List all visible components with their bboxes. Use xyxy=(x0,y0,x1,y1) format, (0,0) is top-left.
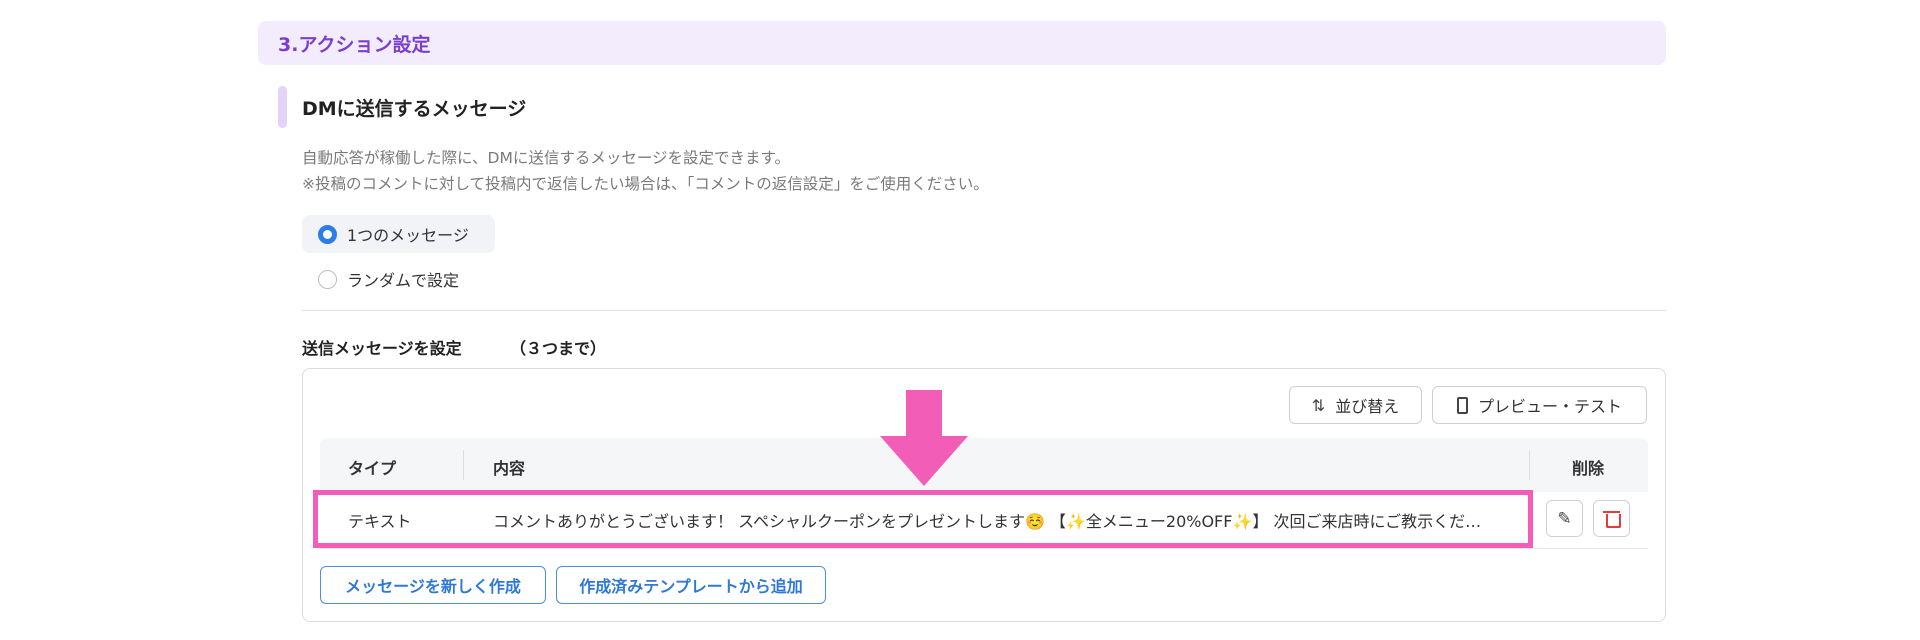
radio-single-message[interactable]: 1つのメッセージ xyxy=(302,215,495,253)
send-messages-limit: （３つまで） xyxy=(510,339,607,358)
column-separator xyxy=(463,450,464,480)
preview-test-button-label: プレビュー・テスト xyxy=(1477,397,1622,416)
smartphone-icon xyxy=(1456,396,1468,414)
column-header-type: タイプ xyxy=(348,459,397,478)
subsection-accent-bar xyxy=(278,86,287,128)
radio-random-message[interactable]: ランダムで設定 xyxy=(318,264,459,294)
down-arrow-icon xyxy=(880,390,968,486)
edit-button[interactable]: ✎ xyxy=(1546,500,1583,537)
delete-button[interactable] xyxy=(1593,500,1630,537)
sort-arrows-icon: ⇅ xyxy=(1311,395,1326,415)
send-messages-label: 送信メッセージを設定 xyxy=(302,339,462,358)
pencil-icon: ✎ xyxy=(1557,508,1572,529)
dm-description-line-2: ※投稿のコメントに対して投稿内で返信したい場合は、「コメントの返信設定」をご使用… xyxy=(302,175,989,193)
radio-checked-icon xyxy=(318,224,337,244)
create-new-message-button[interactable]: メッセージを新しく作成 xyxy=(320,566,546,604)
divider xyxy=(302,310,1666,311)
preview-test-button[interactable]: プレビュー・テスト xyxy=(1432,386,1647,424)
sort-button-label: 並び替え xyxy=(1335,397,1400,416)
table-row-divider xyxy=(320,548,1648,549)
annotation-highlight-box xyxy=(313,490,1533,548)
column-header-content: 内容 xyxy=(493,459,526,478)
trash-icon xyxy=(1603,511,1621,528)
sort-button[interactable]: ⇅ 並び替え xyxy=(1289,386,1422,424)
column-separator xyxy=(1529,450,1530,480)
radio-single-message-label: 1つのメッセージ xyxy=(347,226,469,245)
radio-unchecked-icon xyxy=(318,269,337,289)
add-from-template-button[interactable]: 作成済みテンプレートから追加 xyxy=(556,566,826,604)
dm-description-line-1: 自動応答が稼働した際に、DMに送信するメッセージを設定できます。 xyxy=(302,149,790,167)
radio-random-message-label: ランダムで設定 xyxy=(347,271,460,290)
column-header-delete: 削除 xyxy=(1572,459,1605,478)
section-header: 3.アクション設定 xyxy=(258,21,1666,65)
dm-message-title: DMに送信するメッセージ xyxy=(302,98,527,120)
section-title: 3.アクション設定 xyxy=(278,33,431,56)
